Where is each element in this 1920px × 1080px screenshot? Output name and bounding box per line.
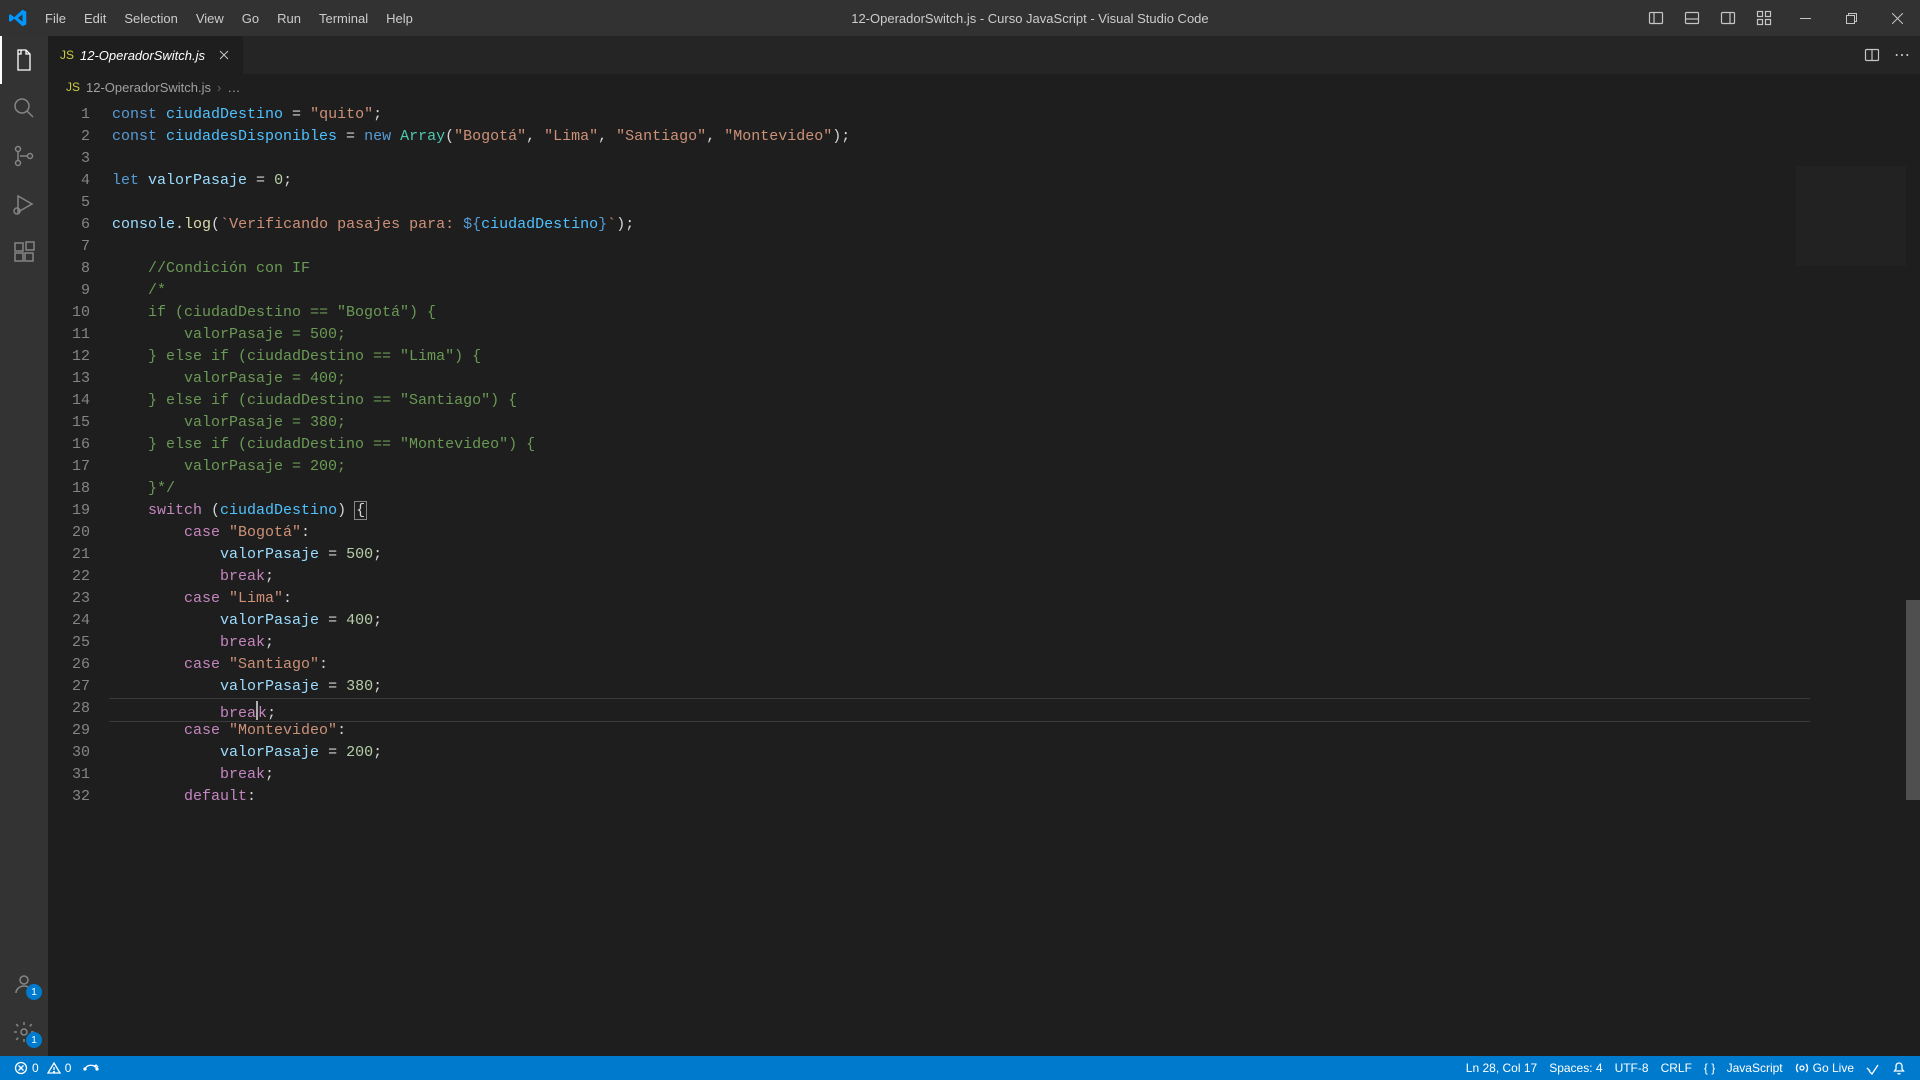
title-bar: FileEditSelectionViewGoRunTerminalHelp 1…: [0, 0, 1920, 36]
menu-edit[interactable]: Edit: [75, 0, 115, 36]
more-actions-icon[interactable]: ⋯: [1894, 45, 1910, 65]
status-spaces[interactable]: Spaces: 4: [1543, 1056, 1608, 1080]
menu-go[interactable]: Go: [233, 0, 268, 36]
status-bar: 0 0 Ln 28, Col 17 Spaces: 4 UTF-8 CRLF {…: [0, 1056, 1920, 1080]
layout-customize-icon[interactable]: [1746, 0, 1782, 36]
tab-file[interactable]: JS 12-OperadorSwitch.js: [48, 36, 244, 74]
maximize-button[interactable]: [1828, 0, 1874, 36]
explorer-icon[interactable]: [0, 36, 48, 84]
javascript-file-icon: JS: [66, 80, 80, 94]
status-ports-icon[interactable]: [77, 1056, 105, 1080]
settings-gear-icon[interactable]: 1: [0, 1008, 48, 1056]
status-encoding[interactable]: UTF-8: [1609, 1056, 1655, 1080]
code-editor[interactable]: 1234567891011121314151617181920212223242…: [48, 100, 1920, 1056]
breadcrumb-file[interactable]: 12-OperadorSwitch.js: [86, 80, 211, 95]
split-editor-icon[interactable]: [1864, 47, 1880, 63]
line-numbers: 1234567891011121314151617181920212223242…: [48, 100, 112, 1056]
vscode-logo-icon: [0, 9, 36, 27]
window-title: 12-OperadorSwitch.js - Curso JavaScript …: [422, 11, 1638, 26]
menu-bar: FileEditSelectionViewGoRunTerminalHelp: [36, 0, 422, 36]
status-prettier-icon[interactable]: [1860, 1056, 1886, 1080]
breadcrumbs[interactable]: JS 12-OperadorSwitch.js › …: [48, 74, 1920, 100]
status-bell-icon[interactable]: [1886, 1056, 1912, 1080]
activity-bar: 1 1: [0, 36, 48, 1056]
menu-file[interactable]: File: [36, 0, 75, 36]
code-content[interactable]: const ciudadDestino = "quito";const ciud…: [112, 100, 1920, 1056]
minimize-button[interactable]: [1782, 0, 1828, 36]
status-language[interactable]: { } JavaScript: [1698, 1056, 1789, 1080]
status-eol[interactable]: CRLF: [1655, 1056, 1698, 1080]
editor-tabs: JS 12-OperadorSwitch.js ⋯: [48, 36, 1920, 74]
layout-left-icon[interactable]: [1638, 0, 1674, 36]
tab-close-icon[interactable]: [217, 48, 231, 62]
menu-help[interactable]: Help: [377, 0, 422, 36]
status-errors[interactable]: 0 0: [8, 1056, 77, 1080]
javascript-file-icon: JS: [60, 48, 74, 62]
menu-selection[interactable]: Selection: [115, 0, 186, 36]
minimap[interactable]: [1796, 166, 1906, 266]
close-button[interactable]: [1874, 0, 1920, 36]
menu-terminal[interactable]: Terminal: [310, 0, 377, 36]
chevron-right-icon: ›: [217, 80, 221, 95]
menu-view[interactable]: View: [187, 0, 233, 36]
layout-right-icon[interactable]: [1710, 0, 1746, 36]
menu-run[interactable]: Run: [268, 0, 310, 36]
accounts-icon[interactable]: 1: [0, 960, 48, 1008]
breadcrumb-rest[interactable]: …: [227, 80, 240, 95]
vertical-scrollbar[interactable]: [1906, 600, 1920, 800]
run-debug-icon[interactable]: [0, 180, 48, 228]
source-control-icon[interactable]: [0, 132, 48, 180]
extensions-icon[interactable]: [0, 228, 48, 276]
search-icon[interactable]: [0, 84, 48, 132]
status-golive[interactable]: Go Live: [1789, 1056, 1860, 1080]
status-cursor[interactable]: Ln 28, Col 17: [1460, 1056, 1543, 1080]
layout-bottom-icon[interactable]: [1674, 0, 1710, 36]
tab-label: 12-OperadorSwitch.js: [80, 48, 205, 63]
